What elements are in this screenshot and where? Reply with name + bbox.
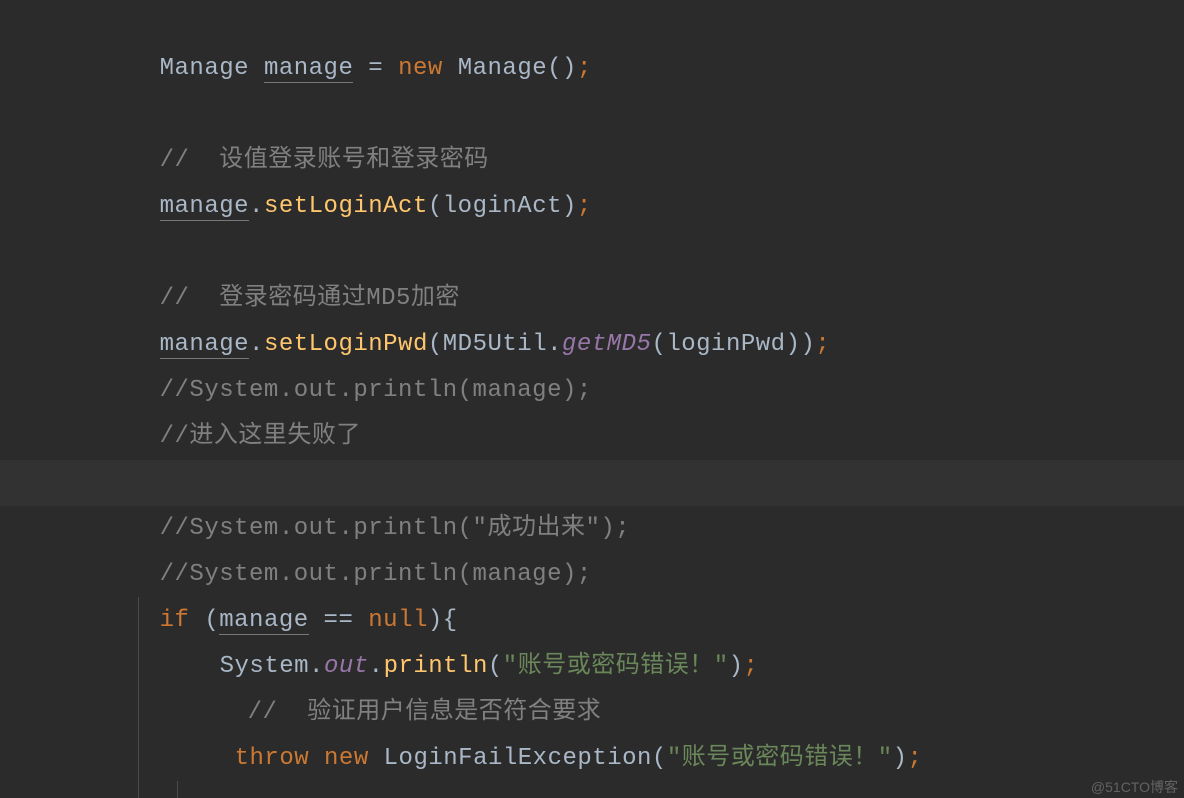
code-line: manage.setLoginPwd(MD5Util.getMD5(loginP…: [0, 276, 1184, 322]
code-line: // 验证用户信息是否符合要求: [0, 644, 1184, 690]
code-line: if (manage == null){: [0, 552, 1184, 598]
code-line: // 登录密码通过MD5加密: [0, 230, 1184, 276]
code-line: // 验证失效时间 当前系统时间大于失效时间: [0, 782, 1184, 798]
code-line: Manage manage = new Manage();: [0, 0, 1184, 46]
code-line-current: //System.out.println("成功出来");: [0, 460, 1184, 506]
code-editor[interactable]: Manage manage = new Manage(); // 设值登录账号和…: [0, 0, 1184, 798]
code-line: [0, 736, 1184, 782]
code-line: manage.setLoginAct(loginAct);: [0, 138, 1184, 184]
code-line: [0, 184, 1184, 230]
code-line: // 设值登录账号和登录密码: [0, 92, 1184, 138]
code-line: //进入这里失败了: [0, 368, 1184, 414]
code-line: //System.out.println(manage);: [0, 506, 1184, 552]
code-line: //System.out.println(manage);: [0, 322, 1184, 368]
code-line: System.out.println("账号或密码错误！");: [0, 598, 1184, 644]
code-line: throw new LoginFailException("账号或密码错误！")…: [0, 690, 1184, 736]
code-line: [0, 46, 1184, 92]
watermark-label: @51CTO博客: [1091, 780, 1178, 794]
code-line: manage = manageDao.selectManageLogin(man…: [0, 414, 1184, 460]
